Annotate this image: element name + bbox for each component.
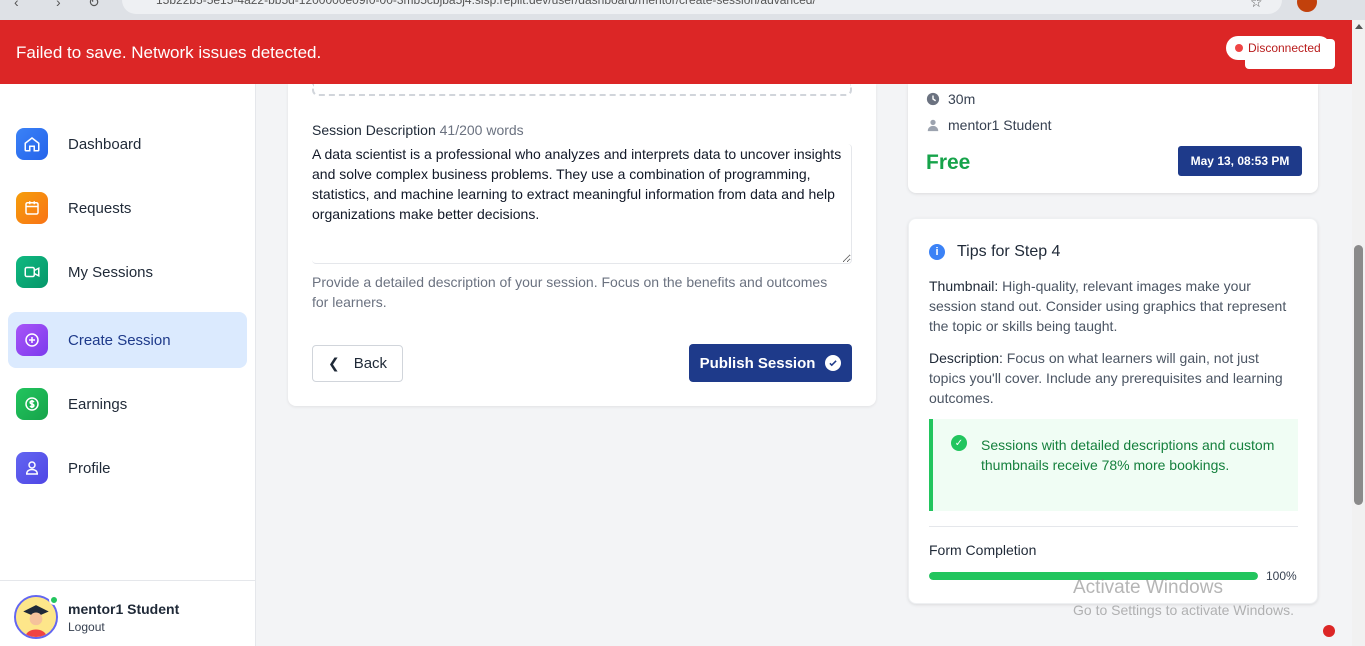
browser-chrome: ‹ › ↻ 15b22b5-5e15-4a22-bb5d-1200000e09f…: [0, 0, 1365, 20]
session-mentor: mentor1 Student: [948, 117, 1052, 133]
activate-windows-title: Activate Windows: [1073, 577, 1223, 598]
sidebar-item-earnings[interactable]: Earnings: [8, 376, 247, 432]
sidebar-item-label: Profile: [68, 459, 111, 477]
word-count: 41/200 words: [439, 122, 524, 138]
forward-arrow-icon[interactable]: ›: [56, 0, 61, 10]
browser-profile-avatar[interactable]: [1297, 0, 1317, 12]
user-panel: mentor1 Student Logout: [0, 580, 255, 646]
form-completion-percent: 100%: [1266, 569, 1297, 583]
back-button-label: Back: [353, 355, 388, 372]
page-scrollbar[interactable]: [1352, 20, 1365, 646]
session-preview-card: 30m mentor1 Student Free May 13, 08:53 P…: [908, 84, 1318, 193]
session-date-badge: May 13, 08:53 PM: [1178, 146, 1302, 176]
user-icon: [16, 452, 48, 484]
sidebar-item-label: Earnings: [68, 395, 128, 413]
thumbnail-dropzone[interactable]: [312, 84, 852, 96]
tips-title: Tips for Step 4: [957, 243, 1061, 260]
dollar-icon: [16, 388, 48, 420]
clock-icon: [926, 92, 940, 106]
notification-dot: [1323, 625, 1335, 637]
scroll-up-arrow-icon[interactable]: [1355, 24, 1363, 29]
session-price: Free: [926, 151, 971, 174]
plus-circle-icon: [16, 324, 48, 356]
sidebar-item-create-session[interactable]: Create Session: [8, 312, 247, 368]
status-dot-icon: [1235, 44, 1243, 52]
back-arrow-icon[interactable]: ‹: [14, 0, 19, 10]
online-status-icon: [49, 595, 59, 605]
calendar-icon: [16, 192, 48, 224]
divider: [929, 526, 1298, 527]
connection-status-text: Disconnected: [1248, 41, 1321, 55]
video-icon: [16, 256, 48, 288]
session-duration: 30m: [948, 91, 976, 107]
description-textarea[interactable]: A data scientist is a professional who a…: [312, 144, 852, 264]
tip-callout: ✓ Sessions with detailed descriptions an…: [929, 419, 1298, 511]
sidebar-item-label: Requests: [68, 199, 132, 217]
sidebar-item-label: Create Session: [68, 331, 171, 349]
duration-row: 30m: [926, 91, 975, 107]
sidebar-item-label: My Sessions: [68, 263, 154, 281]
chevron-left-icon: ❮: [327, 355, 340, 371]
connection-status-badge: Disconnected: [1226, 36, 1331, 60]
user-name: mentor1 Student: [68, 601, 180, 617]
back-button[interactable]: ❮ Back: [312, 345, 403, 382]
tip-description-label: Description:: [929, 350, 1003, 366]
tip-thumbnail-label: Thumbnail:: [929, 278, 999, 294]
description-label: Session Description 41/200 words: [312, 122, 524, 138]
sidebar-item-profile[interactable]: Profile: [8, 440, 247, 496]
error-banner: Failed to save. Network issues detected.…: [0, 20, 1352, 84]
publish-button-label: Publish Session: [699, 354, 816, 372]
scrollbar-thumb[interactable]: [1354, 245, 1363, 505]
activate-windows-subtitle: Go to Settings to activate Windows.: [1073, 602, 1294, 618]
info-icon: i: [929, 244, 945, 260]
sidebar-item-my-sessions[interactable]: My Sessions: [8, 244, 247, 300]
mentor-row: mentor1 Student: [926, 117, 1052, 133]
tips-card: i Tips for Step 4 Thumbnail: High-qualit…: [908, 218, 1318, 604]
check-circle-icon: [825, 355, 842, 371]
sidebar-item-requests[interactable]: Requests: [8, 180, 247, 236]
description-label-text: Session Description: [312, 122, 436, 138]
tip-description: Description: Focus on what learners will…: [929, 348, 1289, 408]
sidebar: Dashboard Requests My Sessions Create Se…: [0, 84, 256, 646]
logout-link[interactable]: Logout: [68, 620, 105, 634]
tips-heading: i Tips for Step 4: [929, 243, 1060, 261]
form-completion-label: Form Completion: [929, 542, 1037, 558]
sidebar-item-dashboard[interactable]: Dashboard: [8, 116, 247, 172]
tip-callout-text: Sessions with detailed descriptions and …: [981, 437, 1275, 473]
sidebar-item-label: Dashboard: [68, 135, 142, 153]
error-message: Failed to save. Network issues detected.: [16, 43, 322, 62]
person-icon: [927, 119, 939, 132]
bookmark-star-icon[interactable]: ☆: [1250, 0, 1263, 11]
check-circle-icon: ✓: [951, 435, 967, 451]
tip-thumbnail: Thumbnail: High-quality, relevant images…: [929, 276, 1289, 336]
home-icon: [16, 128, 48, 160]
publish-session-button[interactable]: Publish Session: [689, 344, 852, 382]
address-bar[interactable]: 15b22b5-5e15-4a22-bb5d-1200000e09f0-00-3…: [122, 0, 1282, 14]
session-form-card: Session Description 41/200 words A data …: [288, 84, 876, 406]
description-help-text: Provide a detailed description of your s…: [312, 274, 828, 310]
reload-icon[interactable]: ↻: [88, 0, 100, 11]
